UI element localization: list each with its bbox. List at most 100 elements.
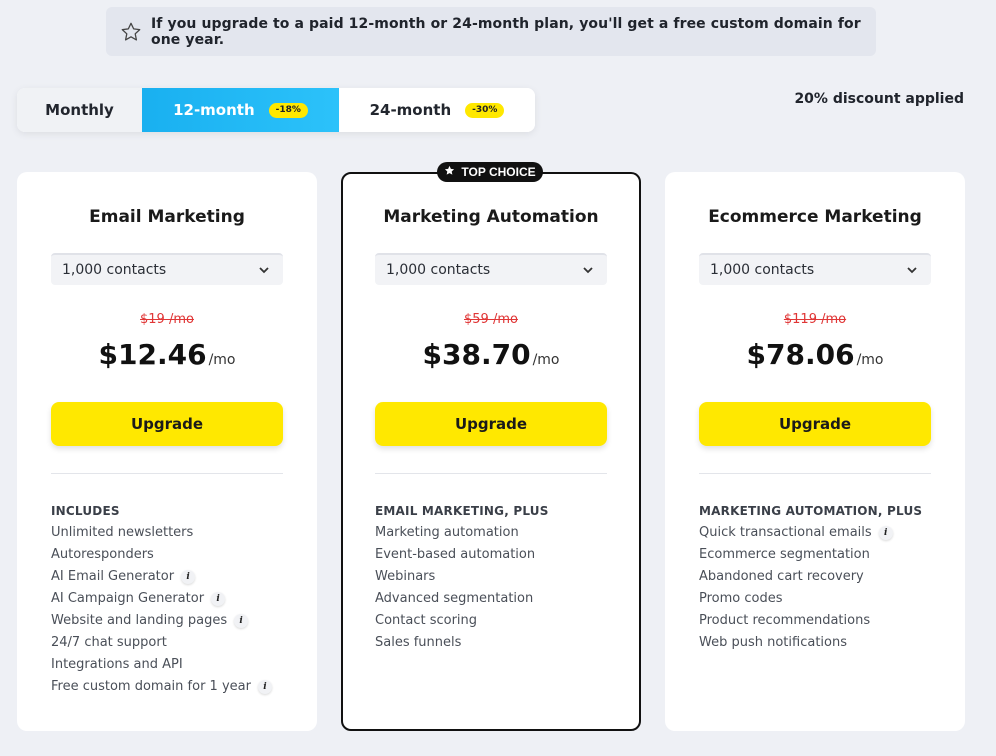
- billing-option-label: 12-month: [173, 101, 255, 119]
- plan-title: Marketing Automation: [383, 207, 599, 227]
- divider: [375, 473, 607, 474]
- feature-item: Product recommendations: [699, 613, 949, 635]
- feature-item: AI Campaign Generator i: [51, 591, 301, 613]
- contacts-dropdown[interactable]: 1,000 contacts: [375, 253, 607, 285]
- original-price: $59 /mo: [464, 312, 518, 327]
- price-amount: $12.46: [98, 338, 207, 371]
- feature-item: Integrations and API: [51, 657, 301, 679]
- promo-banner: If you upgrade to a paid 12-month or 24-…: [106, 7, 876, 56]
- plan-card-marketing-automation: Marketing Automation 1,000 contacts $59 …: [341, 172, 641, 731]
- feature-label: Integrations and API: [51, 657, 183, 672]
- upgrade-button[interactable]: Upgrade: [51, 402, 283, 446]
- info-icon[interactable]: i: [878, 526, 893, 540]
- feature-label: Webinars: [375, 569, 436, 584]
- feature-label: Contact scoring: [375, 613, 478, 628]
- top-choice-label: TOP CHOICE: [461, 165, 536, 179]
- feature-item: Marketing automation: [375, 525, 625, 547]
- contacts-dropdown[interactable]: 1,000 contacts: [51, 253, 283, 285]
- chevron-down-icon: [907, 262, 917, 278]
- feature-label: Event-based automation: [375, 547, 536, 562]
- info-icon[interactable]: i: [181, 570, 196, 584]
- billing-option-label: Monthly: [45, 101, 114, 119]
- feature-label: 24/7 chat support: [51, 635, 167, 650]
- feature-item: Free custom domain for 1 year i: [51, 679, 301, 701]
- upgrade-button[interactable]: Upgrade: [699, 402, 931, 446]
- promo-banner-text: If you upgrade to a paid 12-month or 24-…: [151, 15, 861, 48]
- price-amount: $38.70: [422, 338, 531, 371]
- feature-list: MARKETING AUTOMATION, PLUS Quick transac…: [699, 503, 949, 657]
- contacts-dropdown-value: 1,000 contacts: [386, 262, 491, 278]
- star-outline-icon: [120, 21, 142, 43]
- feature-label: Advanced segmentation: [375, 591, 534, 606]
- feature-label: Website and landing pages: [51, 613, 228, 628]
- info-icon[interactable]: i: [211, 592, 226, 606]
- feature-label: Unlimited newsletters: [51, 525, 194, 540]
- discount-applied-text: 20% discount applied: [794, 91, 964, 107]
- discounted-price: $38.70/mo: [343, 338, 639, 371]
- chevron-down-icon: [583, 262, 593, 278]
- feature-label: Quick transactional emails: [699, 525, 872, 540]
- contacts-dropdown[interactable]: 1,000 contacts: [699, 253, 931, 285]
- feature-item: Event-based automation: [375, 547, 625, 569]
- feature-item: Quick transactional emails i: [699, 525, 949, 547]
- upgrade-button[interactable]: Upgrade: [375, 402, 607, 446]
- info-icon[interactable]: i: [257, 680, 272, 694]
- feature-item: 24/7 chat support: [51, 635, 301, 657]
- feature-item: Website and landing pages i: [51, 613, 301, 635]
- feature-item: Contact scoring: [375, 613, 625, 635]
- divider: [51, 473, 283, 474]
- plan-title: Ecommerce Marketing: [708, 207, 922, 227]
- price-period: /mo: [532, 352, 560, 368]
- billing-option-12-month[interactable]: 12-month -18%: [142, 88, 339, 132]
- feature-list: INCLUDES Unlimited newsletters Autorespon…: [51, 503, 301, 701]
- billing-option-24-month[interactable]: 24-month -30%: [339, 88, 535, 132]
- feature-item: AI Email Generator i: [51, 569, 301, 591]
- price-period: /mo: [856, 352, 884, 368]
- feature-label: Web push notifications: [699, 635, 847, 650]
- price-amount: $78.06: [746, 338, 855, 371]
- contacts-dropdown-value: 1,000 contacts: [710, 262, 815, 278]
- feature-label: Ecommerce segmentation: [699, 547, 870, 562]
- chevron-down-icon: [259, 262, 269, 278]
- discount-badge: -30%: [465, 102, 505, 118]
- feature-label: Autoresponders: [51, 547, 154, 562]
- feature-item: Webinars: [375, 569, 625, 591]
- feature-list: EMAIL MARKETING, PLUS Marketing automati…: [375, 503, 625, 657]
- contacts-dropdown-value: 1,000 contacts: [62, 262, 167, 278]
- feature-item: Advanced segmentation: [375, 591, 625, 613]
- feature-label: Promo codes: [699, 591, 783, 606]
- feature-list-heading: EMAIL MARKETING, PLUS: [375, 504, 549, 518]
- info-icon[interactable]: i: [234, 614, 249, 628]
- feature-item: Unlimited newsletters: [51, 525, 301, 547]
- discount-badge: -18%: [268, 102, 308, 118]
- original-price: $119 /mo: [783, 312, 847, 327]
- star-icon: [444, 165, 455, 179]
- feature-list-heading: INCLUDES: [51, 504, 120, 518]
- price-period: /mo: [208, 352, 236, 368]
- feature-item: Abandoned cart recovery: [699, 569, 949, 591]
- billing-option-label: 24-month: [369, 101, 452, 119]
- feature-label: Product recommendations: [699, 613, 871, 628]
- divider: [699, 473, 931, 474]
- feature-label: Free custom domain for 1 year: [51, 679, 251, 694]
- discounted-price: $12.46/mo: [17, 338, 317, 371]
- plan-title: Email Marketing: [89, 207, 245, 227]
- feature-item: Promo codes: [699, 591, 949, 613]
- original-price: $19 /mo: [140, 312, 194, 327]
- feature-item: Sales funnels: [375, 635, 625, 657]
- feature-label: Marketing automation: [375, 525, 519, 540]
- plan-card-email-marketing: Email Marketing 1,000 contacts $19 /mo $…: [17, 172, 317, 731]
- discounted-price: $78.06/mo: [665, 338, 965, 371]
- feature-item: Ecommerce segmentation: [699, 547, 949, 569]
- top-choice-badge: TOP CHOICE: [437, 162, 543, 182]
- feature-label: AI Email Generator: [51, 569, 175, 584]
- plan-card-ecommerce-marketing: Ecommerce Marketing 1,000 contacts $119 …: [665, 172, 965, 731]
- feature-label: AI Campaign Generator: [51, 591, 205, 606]
- billing-option-monthly[interactable]: Monthly: [17, 88, 142, 132]
- feature-item: Autoresponders: [51, 547, 301, 569]
- billing-period-toggle: Monthly 12-month -18% 24-month -30%: [17, 88, 535, 132]
- feature-item: Web push notifications: [699, 635, 949, 657]
- feature-label: Abandoned cart recovery: [699, 569, 864, 584]
- feature-list-heading: MARKETING AUTOMATION, PLUS: [699, 504, 923, 518]
- feature-label: Sales funnels: [375, 635, 462, 650]
